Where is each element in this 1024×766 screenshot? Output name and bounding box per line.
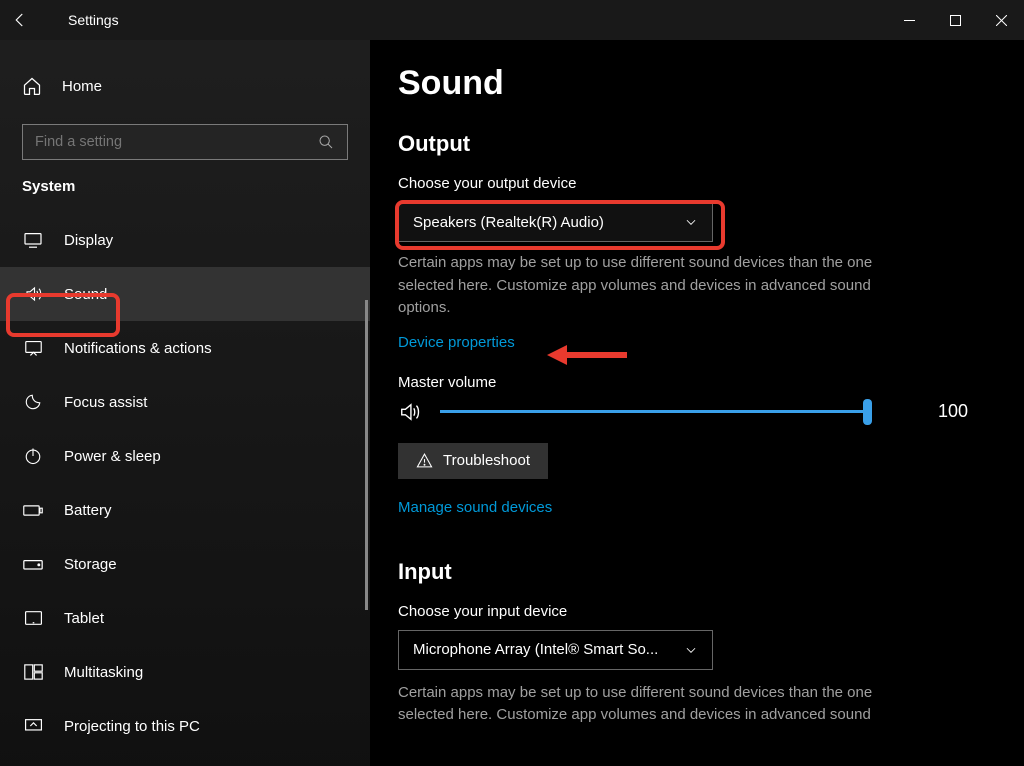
battery-icon [22, 504, 44, 517]
multitasking-icon [22, 664, 44, 680]
sidebar: Home System Display Sound Notifications … [0, 40, 370, 766]
sidebar-item-label: Focus assist [64, 394, 147, 411]
sidebar-item-projecting[interactable]: Projecting to this PC [0, 699, 370, 753]
warning-icon [416, 452, 433, 469]
chevron-down-icon [684, 215, 698, 229]
sidebar-item-multitasking[interactable]: Multitasking [0, 645, 370, 699]
input-heading: Input [398, 559, 996, 585]
sidebar-item-tablet[interactable]: Tablet [0, 591, 370, 645]
output-description: Certain apps may be set up to use differ… [398, 252, 918, 320]
volume-slider[interactable] [440, 410, 870, 413]
focus-assist-icon [22, 393, 44, 411]
sidebar-item-label: Battery [64, 502, 112, 519]
home-icon [22, 76, 42, 96]
sidebar-item-sound[interactable]: Sound [0, 267, 370, 321]
sidebar-section-label: System [0, 178, 370, 195]
sidebar-item-battery[interactable]: Battery [0, 483, 370, 537]
manage-sound-devices-link[interactable]: Manage sound devices [398, 499, 552, 516]
notifications-icon [22, 340, 44, 357]
tablet-icon [22, 610, 44, 626]
sidebar-item-label: Storage [64, 556, 117, 573]
sidebar-home[interactable]: Home [0, 58, 370, 114]
input-device-value: Microphone Array (Intel® Smart So... [413, 641, 658, 658]
sound-icon [22, 285, 44, 303]
display-icon [22, 232, 44, 248]
output-heading: Output [398, 131, 996, 157]
storage-icon [22, 557, 44, 571]
sidebar-item-label: Multitasking [64, 664, 143, 681]
power-icon [22, 447, 44, 465]
master-volume-label: Master volume [398, 374, 996, 391]
speaker-icon[interactable] [398, 401, 422, 423]
master-volume-row: 100 [398, 401, 996, 423]
output-device-value: Speakers (Realtek(R) Audio) [413, 214, 604, 231]
maximize-button[interactable] [932, 0, 978, 40]
volume-value: 100 [938, 401, 968, 422]
sidebar-home-label: Home [62, 78, 102, 95]
sidebar-item-storage[interactable]: Storage [0, 537, 370, 591]
search-wrap [22, 124, 348, 160]
sidebar-item-label: Projecting to this PC [64, 718, 200, 735]
back-button[interactable] [0, 11, 40, 29]
output-device-dropdown[interactable]: Speakers (Realtek(R) Audio) [398, 202, 713, 242]
minimize-button[interactable] [886, 0, 932, 40]
sidebar-item-focus-assist[interactable]: Focus assist [0, 375, 370, 429]
main-content: Sound Output Choose your output device S… [370, 40, 1024, 766]
sidebar-item-display[interactable]: Display [0, 213, 370, 267]
titlebar: Settings [0, 0, 1024, 40]
sidebar-item-label: Power & sleep [64, 448, 161, 465]
sidebar-item-label: Tablet [64, 610, 104, 627]
window-buttons [886, 0, 1024, 40]
search-input[interactable] [22, 124, 348, 160]
troubleshoot-button[interactable]: Troubleshoot [398, 443, 548, 479]
sidebar-item-label: Notifications & actions [64, 340, 212, 357]
sidebar-item-label: Display [64, 232, 113, 249]
output-choose-label: Choose your output device [398, 175, 996, 192]
projecting-icon [22, 718, 44, 734]
sidebar-scrollbar[interactable] [365, 300, 368, 610]
sidebar-item-power-sleep[interactable]: Power & sleep [0, 429, 370, 483]
input-description: Certain apps may be set up to use differ… [398, 682, 918, 727]
window-title: Settings [68, 12, 119, 28]
search-icon [318, 134, 334, 150]
sidebar-item-notifications[interactable]: Notifications & actions [0, 321, 370, 375]
chevron-down-icon [684, 643, 698, 657]
page-title: Sound [398, 64, 996, 103]
close-button[interactable] [978, 0, 1024, 40]
input-choose-label: Choose your input device [398, 603, 996, 620]
device-properties-link[interactable]: Device properties [398, 334, 515, 351]
troubleshoot-label: Troubleshoot [443, 452, 530, 469]
sidebar-item-label: Sound [64, 286, 107, 303]
input-device-dropdown[interactable]: Microphone Array (Intel® Smart So... [398, 630, 713, 670]
